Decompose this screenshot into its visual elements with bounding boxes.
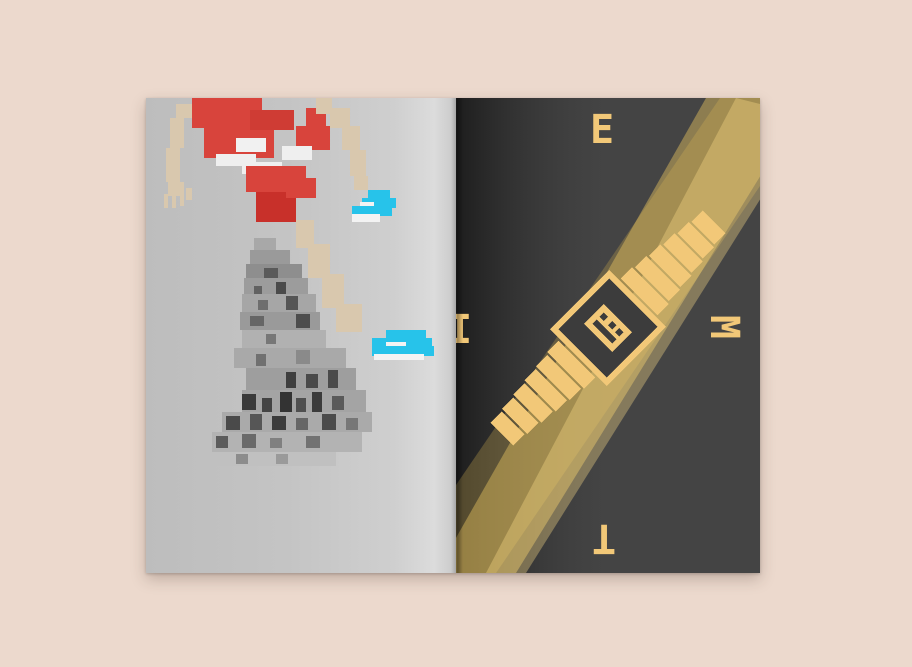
rock-formation <box>212 238 372 466</box>
letter-bottom: T <box>592 515 617 561</box>
letter-right: M <box>701 314 748 340</box>
runner-arm <box>164 104 192 208</box>
left-page <box>146 98 456 573</box>
runner-illustration <box>164 98 434 466</box>
runner-shoe-bottom <box>372 330 434 360</box>
runner-shoe-top <box>352 190 396 222</box>
letter-left: I <box>456 307 473 353</box>
runner-shorts <box>192 98 330 222</box>
right-page: E I M T <box>456 98 760 573</box>
letter-top: E <box>590 107 615 153</box>
magazine-spread: E I M T <box>146 98 760 573</box>
